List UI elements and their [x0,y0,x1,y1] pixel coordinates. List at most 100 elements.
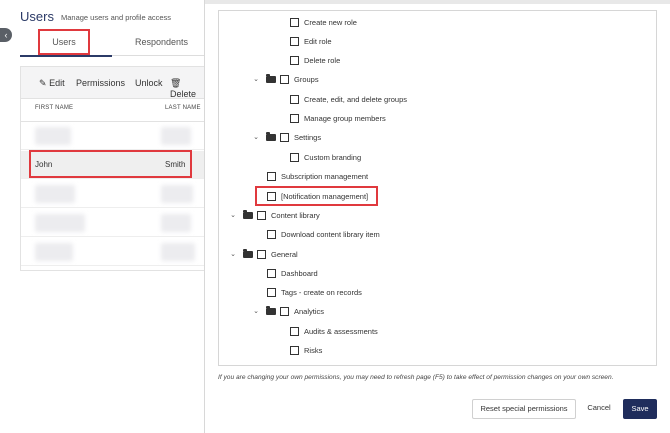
reset-special-permissions-button[interactable]: Reset special permissions [472,399,576,419]
tree-item-label: General [271,250,298,259]
checkbox[interactable] [257,211,266,220]
checkbox[interactable] [280,133,289,142]
tree-item-general: ⌄ General [219,248,649,262]
tree-item-label: Delete role [304,56,341,65]
table-row[interactable] [21,209,205,237]
checkbox[interactable] [290,327,299,336]
checkbox[interactable] [267,230,276,239]
table-row[interactable] [21,180,205,208]
folder-open-icon [266,306,276,315]
checkbox[interactable] [290,56,299,65]
active-tab-indicator [20,55,112,57]
checkbox[interactable] [290,37,299,46]
tree-item-label: Create, edit, and delete groups [304,95,407,104]
checkbox[interactable] [257,250,266,259]
collapse-sidebar-button[interactable]: ‹ [0,28,12,42]
checkbox[interactable] [280,307,289,316]
column-header-first-name[interactable]: FIRST NAME [35,105,73,111]
tree-item-label: Subscription management [281,172,369,181]
folder-open-icon [266,132,276,141]
chevron-down-icon[interactable]: ⌄ [252,305,260,319]
tab-respondents[interactable]: Respondents [135,30,188,56]
permissions-dialog: Create new role Edit role Delete role ⌄ … [204,0,670,433]
checkbox[interactable] [280,75,289,84]
dialog-header-strip [205,0,670,4]
tree-item-analytics: ⌄ Analytics [219,305,649,319]
column-header-last-name[interactable]: LAST NAME [165,105,201,111]
tree-item-manage-group-members: Manage group members [219,112,649,126]
page-subtitle: Manage users and profile access [61,13,172,22]
unlock-button[interactable]: Unlock [135,78,163,88]
tree-item-label: Settings [294,133,322,142]
tree-item-label: Create new role [304,18,357,27]
redacted-cell [35,185,75,203]
tree-item-label: Dashboard [281,269,318,278]
checkbox[interactable] [267,269,276,278]
tree-item-label: Edit role [304,37,332,46]
tree-item-content-library: ⌄ Content library [219,209,649,223]
tree-item-label: Custom branding [304,153,362,162]
notification-management-highlight [255,186,378,206]
page-title: Users [20,9,54,24]
tree-item-delete-role: Delete role [219,54,649,68]
tree-item-download-content-library-item: Download content library item [219,228,649,242]
folder-open-icon [243,249,253,258]
redacted-cell [35,127,71,145]
chevron-down-icon[interactable]: ⌄ [252,131,260,145]
tree-item-label: Manage group members [304,114,386,123]
checkbox[interactable] [267,172,276,181]
tree-item-settings: ⌄ Settings [219,131,649,145]
tab-bar: Users Respondents [20,29,204,57]
table-row[interactable] [21,122,205,150]
tree-item-risks: Risks [219,344,649,358]
pencil-icon: ✎ [39,78,47,88]
chevron-down-icon[interactable]: ⌄ [229,248,237,262]
tree-item-custom-branding: Custom branding [219,151,649,165]
tree-item-create-edit-delete-groups: Create, edit, and delete groups [219,93,649,107]
tree-item-label: Download content library item [281,230,380,239]
table-row[interactable] [21,238,205,266]
cancel-button[interactable]: Cancel [582,399,616,419]
redacted-cell [161,185,193,203]
tree-item-groups: ⌄ Groups [219,73,649,87]
redacted-cell [35,243,73,261]
chevron-down-icon[interactable]: ⌄ [229,209,237,223]
checkbox[interactable] [290,95,299,104]
edit-label: Edit [49,78,65,88]
tree-item-label: Groups [294,75,319,84]
checkbox[interactable] [290,346,299,355]
tab-users[interactable]: Users [38,29,90,55]
tree-item-label: Content library [271,211,320,220]
edit-button[interactable]: ✎ Edit [39,78,65,89]
users-page: ‹ Users Manage users and profile access … [0,0,205,433]
tree-item-label: Analytics [294,307,325,316]
tree-item-label: Tags - create on records [281,288,362,297]
checkbox[interactable] [267,288,276,297]
checkbox[interactable] [290,18,299,27]
tree-item-subscription-management: Subscription management [219,170,649,184]
tree-item-label: Audits & assessments [304,327,378,336]
trash-icon: 🗑 [170,78,182,88]
tree-item-edit-role: Edit role [219,35,649,49]
redacted-cell [35,214,85,232]
folder-open-icon [243,210,253,219]
checkbox[interactable] [290,114,299,123]
tree-item-dashboard: Dashboard [219,267,649,281]
folder-open-icon [266,74,276,83]
chevron-down-icon[interactable]: ⌄ [252,73,260,87]
tree-item-tags-create-on-records: Tags - create on records [219,286,649,300]
delete-button[interactable]: 🗑Delete [170,78,205,99]
tree-item-label: Risks [304,346,323,355]
delete-label: Delete [170,89,197,99]
tree-item-create-new-role: Create new role [219,16,649,30]
tree-item-audits-assessments: Audits & assessments [219,325,649,339]
checkbox[interactable] [290,153,299,162]
chevron-left-icon: ‹ [4,30,8,40]
redacted-cell [161,243,195,261]
redacted-cell [161,214,191,232]
redacted-cell [161,127,191,145]
refresh-note: If you are changing your own permissions… [218,374,614,381]
permissions-button[interactable]: Permissions [76,78,125,88]
selected-row-highlight [29,150,192,178]
save-button[interactable]: Save [623,399,657,419]
